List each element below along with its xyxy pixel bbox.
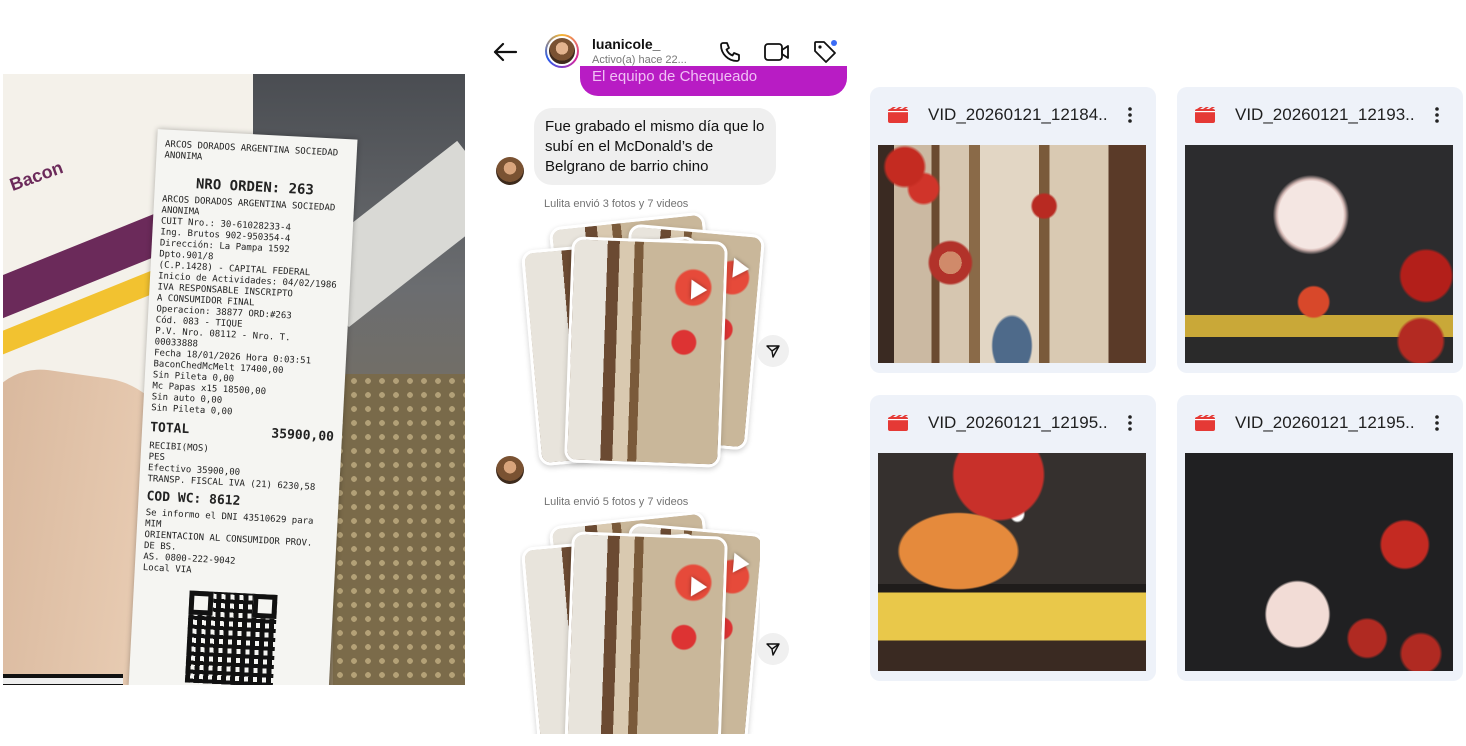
back-arrow-icon[interactable] <box>491 38 519 66</box>
tiled-floor <box>333 374 465 685</box>
share-icon[interactable] <box>757 335 789 367</box>
play-icon <box>732 257 751 280</box>
video-file-name: VID_20260121_12184... <box>928 105 1108 124</box>
receipt-header: ARCOS DORADOS ARGENTINA SOCIEDAD ANONIMA <box>164 139 339 163</box>
video-file-card[interactable]: VID_20260121_12195... <box>1177 395 1463 681</box>
avatar[interactable] <box>545 34 579 68</box>
media-sent-note: Lulita envió 5 fotos y 7 videos <box>544 496 689 508</box>
more-options-icon[interactable] <box>1429 104 1445 126</box>
video-file-card[interactable]: VID_20260121_12193... <box>1177 87 1463 373</box>
wrapper-brand-text: Bacon <box>7 157 66 195</box>
more-options-icon[interactable] <box>1429 412 1445 434</box>
media-thumbnail[interactable] <box>564 236 728 468</box>
received-message-bubble[interactable]: Fue grabado el mismo día que lo subí en … <box>534 108 776 185</box>
video-file-card[interactable]: VID_20260121_12184... <box>870 87 1156 373</box>
video-file-icon <box>1195 107 1215 123</box>
play-icon <box>732 552 751 575</box>
username[interactable]: luanicole_ <box>592 36 660 52</box>
share-icon[interactable] <box>757 633 789 665</box>
media-stack[interactable] <box>520 512 760 734</box>
media-stack[interactable] <box>520 211 766 468</box>
receipt-photo: Bacon ARCOS DORADOS ARGENTINA SOCIEDAD A… <box>3 74 465 685</box>
phone-icon[interactable] <box>716 38 744 66</box>
tag-icon[interactable] <box>810 37 840 67</box>
video-file-icon <box>888 415 908 431</box>
video-file-name: VID_20260121_12195... <box>1235 413 1415 432</box>
play-icon <box>690 279 708 301</box>
video-file-name: VID_20260121_12193... <box>1235 105 1415 124</box>
sent-message-bubble[interactable]: El equipo de Chequeado <box>580 66 847 96</box>
video-thumbnail[interactable] <box>878 145 1146 363</box>
activity-status: Activo(a) hace 22... <box>592 54 687 66</box>
receipt-paper: ARCOS DORADOS ARGENTINA SOCIEDAD ANONIMA… <box>128 129 358 685</box>
video-camera-icon[interactable] <box>762 38 792 66</box>
video-file-icon <box>1195 415 1215 431</box>
receipt-total: TOTAL 35900,00 <box>149 420 335 445</box>
video-file-icon <box>888 107 908 123</box>
more-options-icon[interactable] <box>1122 104 1138 126</box>
play-icon <box>690 576 708 598</box>
media-thumbnail[interactable] <box>564 531 728 734</box>
sender-avatar[interactable] <box>496 157 524 185</box>
video-thumbnail[interactable] <box>1185 453 1453 671</box>
qr-code <box>184 590 278 685</box>
striped-sleeve <box>3 674 123 685</box>
sent-message-text: El equipo de Chequeado <box>592 68 758 85</box>
sender-avatar[interactable] <box>496 456 524 484</box>
video-thumbnail[interactable] <box>878 453 1146 671</box>
video-file-name: VID_20260121_12195... <box>928 413 1108 432</box>
media-sent-note: Lulita envió 3 fotos y 7 videos <box>544 198 689 210</box>
video-file-card[interactable]: VID_20260121_12195... <box>870 395 1156 681</box>
more-options-icon[interactable] <box>1122 412 1138 434</box>
video-thumbnail[interactable] <box>1185 145 1453 363</box>
